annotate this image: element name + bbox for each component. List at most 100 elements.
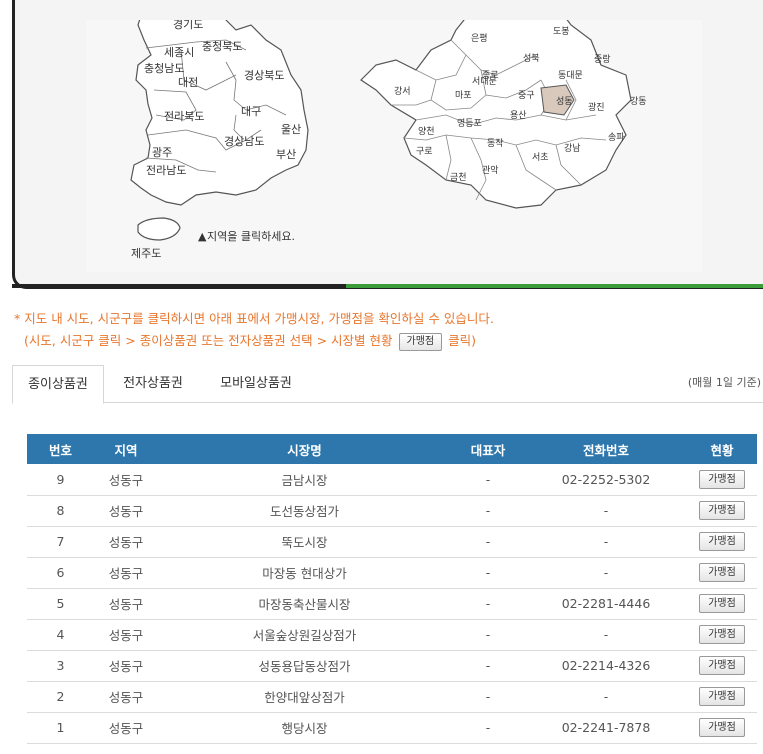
- cell-phone: -: [525, 619, 687, 651]
- cell-no: 6: [27, 557, 94, 589]
- cell-phone: 02-2281-4446: [525, 588, 687, 620]
- svg-text:지역을 클릭하세요.: 지역을 클릭하세요.: [207, 229, 295, 243]
- basis-note: (매월 1일 기준): [687, 376, 761, 389]
- svg-text:관악: 관악: [482, 164, 499, 176]
- svg-text:중랑: 중랑: [594, 53, 611, 65]
- cell-market-name: 성동용답동상점가: [158, 650, 451, 682]
- header-status: 현황: [687, 434, 757, 464]
- cell-no: 7: [27, 526, 94, 558]
- cell-market-name: 한양대앞상점가: [158, 681, 451, 713]
- cell-status: 가맹점: [687, 588, 757, 620]
- merchant-button[interactable]: 가맹점: [699, 532, 745, 551]
- merchant-button[interactable]: 가맹점: [699, 501, 745, 520]
- market-table: 번호 지역 시장명 대표자 전화번호 현황 9 성동구 금남시장 - 02-22…: [27, 434, 757, 744]
- cell-status: 가맹점: [687, 557, 757, 589]
- map-divider-right: [346, 284, 763, 288]
- svg-text:용산: 용산: [510, 110, 527, 121]
- svg-text:광진: 광진: [588, 101, 605, 113]
- svg-text:중구: 중구: [518, 90, 535, 101]
- svg-text:대전: 대전: [178, 76, 198, 89]
- svg-text:울산: 울산: [281, 123, 301, 136]
- notice-line-2: (시도, 시군구 클릭 > 종이상품권 또는 전자상품권 선택 > 시장별 현황…: [14, 330, 494, 352]
- cell-status: 가맹점: [687, 526, 757, 558]
- merchant-button[interactable]: 가맹점: [699, 687, 745, 706]
- cell-market-name: 뚝도시장: [158, 526, 451, 558]
- table-row: 2 성동구 한양대앞상점가 - - 가맹점: [27, 681, 757, 713]
- cell-phone: 02-2214-4326: [525, 650, 687, 682]
- cell-market-name: 마장동 현대상가: [158, 557, 451, 589]
- table-row: 4 성동구 서울숲상원길상점가 - - 가맹점: [27, 619, 757, 651]
- cell-market-name: 금남시장: [158, 464, 451, 496]
- cell-representative: -: [451, 464, 525, 496]
- cell-representative: -: [451, 588, 525, 620]
- cell-representative: -: [451, 619, 525, 651]
- tab-mobile-voucher[interactable]: 모바일상품권: [208, 365, 304, 404]
- map-hint: ▲ 지역을 클릭하세요.: [198, 229, 295, 243]
- cell-status: 가맹점: [687, 650, 757, 682]
- cell-market-name: 마장동축산물시장: [158, 588, 451, 620]
- svg-text:▲: ▲: [198, 230, 207, 243]
- table-row: 3 성동구 성동용답동상점가 - 02-2214-4326 가맹점: [27, 650, 757, 682]
- svg-text:마포: 마포: [455, 90, 472, 101]
- header-area: 지역: [94, 434, 158, 464]
- cell-representative: -: [451, 681, 525, 713]
- svg-text:강서: 강서: [394, 86, 411, 97]
- cell-representative: -: [451, 526, 525, 558]
- merchant-button[interactable]: 가맹점: [699, 594, 745, 613]
- header-phone: 전화번호: [525, 434, 687, 464]
- cell-market-name: 행당시장: [158, 712, 451, 744]
- cell-area: 성동구: [94, 557, 158, 589]
- cell-market-name: 도선동상점가: [158, 495, 451, 527]
- merchant-button[interactable]: 가맹점: [699, 718, 745, 737]
- table-row: 1 성동구 행당시장 - 02-2241-7878 가맹점: [27, 712, 757, 744]
- svg-text:강동: 강동: [630, 96, 647, 107]
- map-divider-left: [12, 284, 348, 288]
- cell-status: 가맹점: [687, 495, 757, 527]
- merchant-button[interactable]: 가맹점: [699, 656, 745, 675]
- cell-area: 성동구: [94, 712, 158, 744]
- svg-text:부산: 부산: [276, 148, 296, 161]
- seoul-map[interactable]: [360, 20, 632, 209]
- cell-no: 1: [27, 712, 94, 744]
- svg-text:강남: 강남: [564, 143, 581, 154]
- cell-area: 성동구: [94, 464, 158, 496]
- svg-text:은평: 은평: [471, 33, 488, 44]
- svg-text:동대문: 동대문: [558, 70, 583, 81]
- svg-text:성동: 성동: [556, 96, 573, 107]
- notice: * 지도 내 시도, 시군구를 클릭하시면 아래 표에서 가맹시장, 가맹점을 …: [14, 308, 494, 352]
- svg-text:성북: 성북: [523, 53, 540, 64]
- svg-text:강북: 강북: [502, 20, 519, 22]
- cell-phone: -: [525, 681, 687, 713]
- cell-status: 가맹점: [687, 619, 757, 651]
- cell-phone: -: [525, 557, 687, 589]
- svg-text:동작: 동작: [487, 138, 504, 149]
- cell-phone: 02-2241-7878: [525, 712, 687, 744]
- cell-phone: -: [525, 526, 687, 558]
- cell-area: 성동구: [94, 619, 158, 651]
- cell-status: 가맹점: [687, 712, 757, 744]
- merchant-button[interactable]: 가맹점: [699, 469, 745, 489]
- table-row: 6 성동구 마장동 현대상가 - - 가맹점: [27, 557, 757, 589]
- voucher-tabs: 종이상품권 전자상품권 모바일상품권 (매월 1일 기준): [12, 365, 763, 404]
- svg-text:대구: 대구: [241, 105, 261, 118]
- cell-representative: -: [451, 495, 525, 527]
- svg-text:전라남도: 전라남도: [146, 164, 186, 177]
- svg-text:송파: 송파: [608, 132, 625, 143]
- svg-text:양천: 양천: [418, 126, 435, 137]
- table-header-row: 번호 지역 시장명 대표자 전화번호 현황: [27, 434, 757, 464]
- merchant-button[interactable]: 가맹점: [699, 563, 745, 582]
- svg-text:경상남도: 경상남도: [224, 135, 264, 148]
- cell-no: 4: [27, 619, 94, 651]
- svg-text:금천: 금천: [450, 172, 467, 183]
- tab-paper-voucher[interactable]: 종이상품권: [12, 365, 104, 404]
- header-representative: 대표자: [451, 434, 525, 464]
- tab-electronic-voucher[interactable]: 전자상품권: [108, 365, 198, 404]
- cell-status: 가맹점: [687, 681, 757, 713]
- cell-area: 성동구: [94, 650, 158, 682]
- inline-merchant-button: 가맹점: [398, 332, 443, 351]
- cell-market-name: 서울숲상원길상점가: [158, 619, 451, 651]
- merchant-button[interactable]: 가맹점: [699, 625, 745, 644]
- svg-text:경상북도: 경상북도: [244, 69, 284, 82]
- notice-line-2-before: (시도, 시군구 클릭 > 종이상품권 또는 전자상품권 선택 > 시장별 현황: [24, 333, 393, 348]
- cell-area: 성동구: [94, 681, 158, 713]
